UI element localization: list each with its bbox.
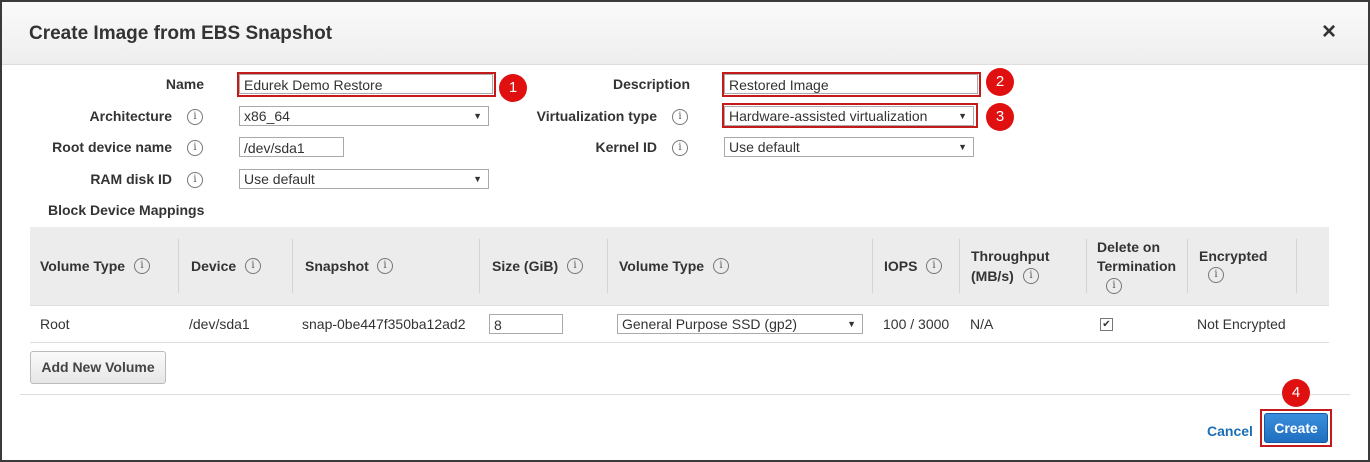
col-throughput-unit: (MB/s) bbox=[971, 268, 1014, 284]
info-icon[interactable]: i bbox=[187, 109, 203, 125]
column-divider bbox=[959, 239, 960, 293]
ebs-volume-type-value: General Purpose SSD (gp2) bbox=[622, 316, 798, 332]
architecture-select[interactable]: x86_64 ▼ bbox=[239, 106, 489, 126]
col-delete-on: Delete on bbox=[1097, 239, 1161, 255]
info-icon[interactable]: i bbox=[567, 258, 583, 274]
virtualization-label: Virtualization type bbox=[536, 108, 657, 124]
cell-device: /dev/sda1 bbox=[189, 316, 250, 332]
column-divider bbox=[872, 239, 873, 293]
dialog: Create Image from EBS Snapshot × Name Ed… bbox=[0, 0, 1370, 462]
delete-on-termination-checkbox[interactable]: ✔ bbox=[1100, 318, 1113, 331]
column-divider bbox=[607, 239, 608, 293]
info-icon[interactable]: i bbox=[1023, 268, 1039, 284]
size-input[interactable]: 8 bbox=[489, 314, 563, 334]
add-new-volume-button[interactable]: Add New Volume bbox=[30, 351, 166, 384]
root-device-label: Root device name bbox=[52, 139, 172, 155]
col-size: Size (GiB) bbox=[492, 258, 559, 274]
col-encrypted: Encrypted bbox=[1199, 248, 1268, 264]
cell-volume-type: Root bbox=[40, 316, 70, 332]
chevron-down-icon: ▼ bbox=[958, 142, 967, 152]
root-device-input[interactable]: /dev/sda1 bbox=[239, 137, 344, 157]
block-mappings-label: Block Device Mappings bbox=[48, 202, 205, 218]
ramdisk-label: RAM disk ID bbox=[90, 171, 172, 187]
info-icon[interactable]: i bbox=[713, 258, 729, 274]
close-icon[interactable]: × bbox=[1322, 20, 1336, 44]
kernel-value: Use default bbox=[729, 139, 800, 155]
chevron-down-icon: ▼ bbox=[473, 174, 482, 184]
column-divider bbox=[1187, 239, 1188, 293]
step-badge-1: 1 bbox=[499, 74, 527, 102]
highlight-box-2 bbox=[722, 72, 981, 97]
info-icon[interactable]: i bbox=[926, 258, 942, 274]
cancel-button[interactable]: Cancel bbox=[1207, 423, 1253, 439]
step-badge-4: 4 bbox=[1282, 379, 1310, 407]
info-icon[interactable]: i bbox=[187, 172, 203, 188]
col-throughput: Throughput bbox=[971, 248, 1050, 264]
chevron-down-icon: ▼ bbox=[473, 111, 482, 121]
highlight-box-4 bbox=[1260, 409, 1332, 447]
info-icon[interactable]: i bbox=[245, 258, 261, 274]
info-icon[interactable]: i bbox=[134, 258, 150, 274]
column-divider bbox=[479, 239, 480, 293]
name-label: Name bbox=[165, 76, 204, 92]
dialog-title: Create Image from EBS Snapshot bbox=[29, 23, 333, 44]
kernel-label: Kernel ID bbox=[595, 139, 657, 155]
col-snapshot: Snapshot bbox=[305, 258, 369, 274]
chevron-down-icon: ▼ bbox=[847, 319, 856, 329]
highlight-box-3 bbox=[722, 103, 978, 128]
info-icon[interactable]: i bbox=[1106, 278, 1122, 294]
column-divider bbox=[178, 239, 179, 293]
footer-divider bbox=[20, 394, 1350, 395]
column-divider bbox=[292, 239, 293, 293]
description-label: Description bbox=[612, 76, 690, 92]
step-badge-3: 3 bbox=[986, 103, 1014, 131]
ramdisk-select[interactable]: Use default ▼ bbox=[239, 169, 489, 189]
col-ebs-volume-type: Volume Type bbox=[619, 258, 705, 274]
cell-iops: 100 / 3000 bbox=[883, 316, 950, 332]
cell-snapshot: snap-0be447f350ba12ad2 bbox=[302, 316, 466, 332]
column-divider bbox=[1296, 239, 1297, 293]
highlight-box-1 bbox=[237, 72, 496, 97]
col-termination: Termination bbox=[1097, 258, 1177, 274]
cell-encrypted: Not Encrypted bbox=[1197, 316, 1286, 332]
dialog-header: Create Image from EBS Snapshot × bbox=[2, 2, 1368, 65]
ebs-volume-type-select[interactable]: General Purpose SSD (gp2) ▼ bbox=[617, 314, 863, 334]
step-badge-2: 2 bbox=[986, 68, 1014, 96]
cell-throughput: N/A bbox=[970, 316, 994, 332]
ramdisk-value: Use default bbox=[244, 171, 315, 187]
architecture-label: Architecture bbox=[89, 108, 172, 124]
info-icon[interactable]: i bbox=[1208, 267, 1224, 283]
info-icon[interactable]: i bbox=[672, 109, 688, 125]
col-iops: IOPS bbox=[884, 258, 918, 274]
col-volume-type: Volume Type bbox=[40, 258, 126, 274]
architecture-value: x86_64 bbox=[244, 108, 290, 124]
table-row: Root /dev/sda1 snap-0be447f350ba12ad2 8 … bbox=[30, 306, 1329, 343]
col-device: Device bbox=[191, 258, 237, 274]
info-icon[interactable]: i bbox=[672, 140, 688, 156]
table-header: Volume Type i Device i Snapshot i Size (… bbox=[30, 227, 1329, 306]
info-icon[interactable]: i bbox=[377, 258, 393, 274]
column-divider bbox=[1086, 239, 1087, 293]
kernel-select[interactable]: Use default ▼ bbox=[724, 137, 974, 157]
info-icon[interactable]: i bbox=[187, 140, 203, 156]
